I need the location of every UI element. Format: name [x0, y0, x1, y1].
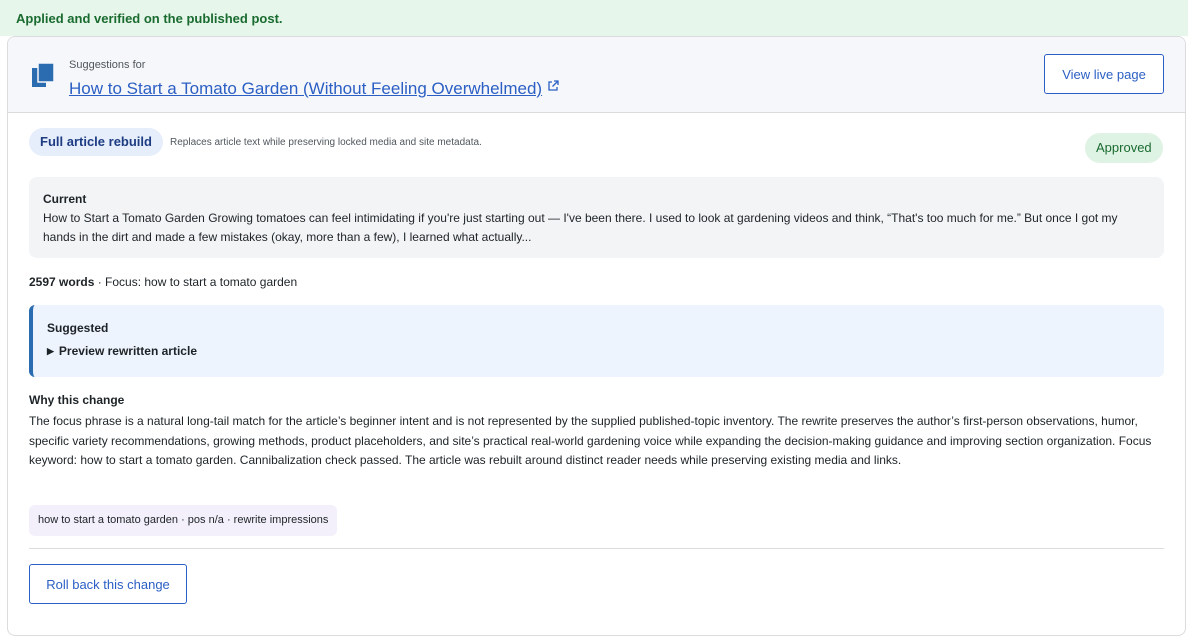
card-header: Suggestions for How to Start a Tomato Ga… — [8, 37, 1185, 113]
success-notice: Applied and verified on the published po… — [0, 0, 1188, 36]
view-live-page-button[interactable]: View live page — [1044, 54, 1164, 94]
article-meta: 2597 words · Focus: how to start a tomat… — [29, 275, 297, 289]
current-text: How to Start a Tomato Garden Growing tom… — [43, 211, 1118, 244]
why-label: Why this change — [29, 393, 125, 407]
document-stack-icon — [32, 62, 55, 87]
keyword-tag: how to start a tomato garden · pos n/a ·… — [29, 505, 338, 536]
preview-rewritten-toggle[interactable]: ▶ Preview rewritten article — [47, 344, 1150, 358]
preview-label: Preview rewritten article — [58, 344, 197, 358]
suggestions-for-label: Suggestions for — [69, 59, 146, 71]
why-text: The focus phrase is a natural long-tail … — [29, 414, 1152, 468]
triangle-right-icon: ▶ — [47, 346, 54, 356]
external-link-icon — [547, 77, 559, 97]
change-type-description: Replaces article text while preserving l… — [170, 137, 482, 148]
suggested-label: Suggested — [47, 321, 109, 335]
status-badge: Approved — [1085, 133, 1163, 163]
post-title-text: How to Start a Tomato Garden (Without Fe… — [69, 79, 543, 98]
focus-keyword: · Focus: how to start a tomato garden — [94, 275, 298, 289]
divider — [29, 548, 1164, 549]
rollback-button[interactable]: Roll back this change — [29, 564, 187, 604]
suggestion-card: Suggestions for How to Start a Tomato Ga… — [7, 36, 1186, 636]
current-label: Current — [43, 192, 87, 206]
post-title-link[interactable]: How to Start a Tomato Garden (Without Fe… — [69, 77, 559, 99]
change-type-badge: Full article rebuild — [29, 128, 163, 156]
word-count: 2597 words — [29, 275, 95, 289]
suggested-content-box: Suggested ▶ Preview rewritten article — [29, 305, 1164, 377]
current-content-box: Current How to Start a Tomato Garden Gro… — [29, 177, 1164, 258]
